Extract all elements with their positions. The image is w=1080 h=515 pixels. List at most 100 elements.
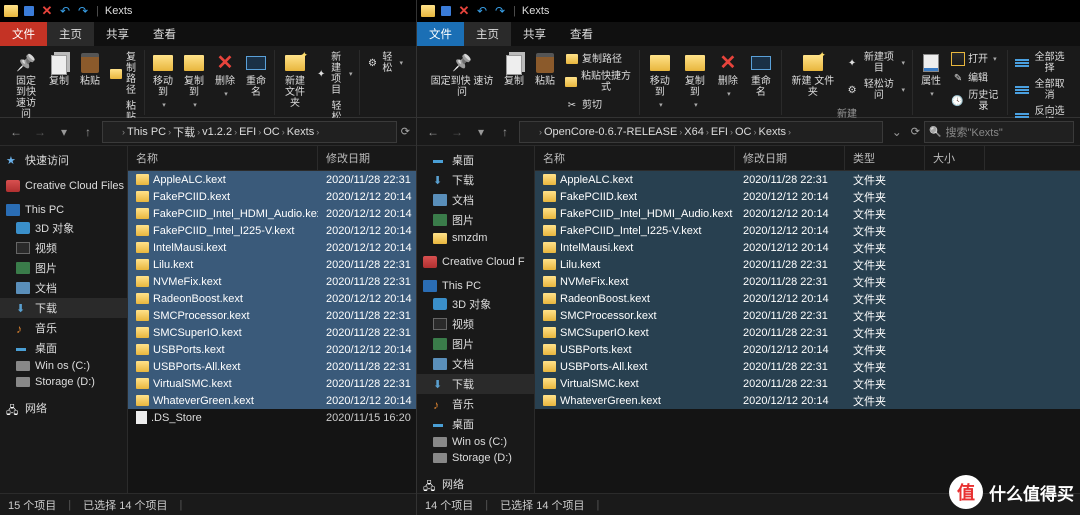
open-button[interactable]: 打开 [948,50,1003,68]
nav-item[interactable]: 桌面 [0,338,127,358]
file-row[interactable]: NVMeFix.kext 2020/11/28 22:31 [128,273,416,290]
column-name[interactable]: 名称 [128,146,318,170]
crumb[interactable]: OpenCore-0.6.7-RELEASE [544,126,677,138]
breadcrumb-dropdown[interactable]: ⌄ [887,122,907,142]
nav-item[interactable]: 桌面 [417,150,534,170]
nav-item[interactable]: 图片 [0,258,127,278]
column-headers[interactable]: 名称 修改日期 [128,146,416,171]
nav-item[interactable]: Creative Cloud F [417,254,534,270]
redo-icon[interactable]: ↷ [493,4,507,18]
nav-item[interactable]: 下载 [417,374,534,394]
file-row[interactable]: RadeonBoost.kext 2020/12/12 20:14文件夹 [535,290,1080,307]
new-folder-button[interactable]: 新建 文件夹 [786,50,840,100]
new-item-button[interactable]: ✦新建项目 [314,50,356,98]
nav-item[interactable]: Creative Cloud Files [0,178,127,194]
select-none-button[interactable]: 全部取消 [1012,77,1070,103]
file-list[interactable]: 名称 修改日期 AppleALC.kext 2020/11/28 22:31Fa… [128,146,416,493]
crumb[interactable]: EFI [711,126,728,138]
refresh-button[interactable]: ⟳ [911,125,920,138]
tab-home[interactable]: 主页 [47,22,94,46]
file-row[interactable]: SMCSuperIO.kext 2020/11/28 22:31 [128,324,416,341]
crumb[interactable]: EFI [239,126,256,138]
new-folder-button[interactable]: 新建 文件夹 [279,50,311,111]
copy-button[interactable]: 复制 [500,50,528,89]
copy-button[interactable]: 复制 [45,50,73,89]
rename-button[interactable]: 重命名 [745,50,777,100]
nav-item[interactable]: 3D 对象 [417,294,534,314]
navigation-pane[interactable]: 桌面下载文档图片smzdmCreative Cloud FThis PC3D 对… [417,146,535,493]
file-row[interactable]: USBPorts-All.kext 2020/11/28 22:31文件夹 [535,358,1080,375]
nav-back-button[interactable]: ← [6,122,26,142]
nav-item[interactable]: 快速访问 [0,150,127,170]
file-row[interactable]: FakePCIID_Intel_I225-V.kext 2020/12/12 2… [128,222,416,239]
file-row[interactable]: RadeonBoost.kext 2020/12/12 20:14 [128,290,416,307]
column-date[interactable]: 修改日期 [735,146,845,170]
column-headers[interactable]: 名称 修改日期 类型 大小 [535,146,1080,171]
nav-item[interactable]: 文档 [0,278,127,298]
file-row[interactable]: USBPorts.kext 2020/12/12 20:14文件夹 [535,341,1080,358]
refresh-button[interactable]: ⟳ [401,125,410,138]
nav-item[interactable]: 图片 [417,334,534,354]
crumb[interactable]: OC [263,126,280,138]
column-date[interactable]: 修改日期 [318,146,416,170]
pin-button[interactable]: 固定到快 速访问 [10,50,42,122]
file-row[interactable]: Lilu.kext 2020/11/28 22:31 [128,256,416,273]
copy-path-button[interactable]: 复制路径 [562,50,635,68]
easy-access-button[interactable]: ⚙轻松访问 [843,77,908,103]
breadcrumb[interactable]: › OpenCore-0.6.7-RELEASE›X64›EFI›OC›Kext… [519,121,883,143]
file-row[interactable]: SMCProcessor.kext 2020/11/28 22:31文件夹 [535,307,1080,324]
file-row[interactable]: NVMeFix.kext 2020/11/28 22:31文件夹 [535,273,1080,290]
nav-recent-button[interactable]: ▾ [54,122,74,142]
paste-shortcut-button[interactable]: 粘贴快捷方式 [562,69,635,95]
copy-to-button[interactable]: 复制到 [679,50,711,113]
crumb[interactable]: Kexts [287,126,315,138]
nav-item[interactable]: Storage (D:) [0,374,127,390]
file-row[interactable]: AppleALC.kext 2020/11/28 22:31文件夹 [535,171,1080,188]
nav-up-button[interactable]: ↑ [78,122,98,142]
column-type[interactable]: 类型 [845,146,925,170]
file-row[interactable]: VirtualSMC.kext 2020/11/28 22:31 [128,375,416,392]
navigation-pane[interactable]: 快速访问Creative Cloud FilesThis PC3D 对象视频图片… [0,146,128,493]
file-row[interactable]: AppleALC.kext 2020/11/28 22:31 [128,171,416,188]
column-name[interactable]: 名称 [535,146,735,170]
file-row[interactable]: Lilu.kext 2020/11/28 22:31文件夹 [535,256,1080,273]
history-button[interactable]: 🕓历史记录 [948,88,1003,114]
file-row[interactable]: SMCProcessor.kext 2020/11/28 22:31 [128,307,416,324]
nav-item[interactable]: 图片 [417,210,534,230]
crumb[interactable]: X64 [684,126,704,138]
nav-item[interactable]: 网络 [0,398,127,418]
search-input[interactable]: 搜索"Kexts" [924,121,1074,143]
tab-file[interactable]: 文件 [0,22,47,46]
nav-item[interactable]: Win os (C:) [0,358,127,374]
file-row[interactable]: FakePCIID_Intel_I225-V.kext 2020/12/12 2… [535,222,1080,239]
move-to-button[interactable]: 移动到 [644,50,676,113]
file-row[interactable]: FakePCIID.kext 2020/12/12 20:14 [128,188,416,205]
nav-up-button[interactable]: ↑ [495,122,515,142]
edit-button[interactable]: ✎编辑 [948,69,1003,87]
file-row[interactable]: FakePCIID_Intel_HDMI_Audio.kext 2020/12/… [535,205,1080,222]
breadcrumb[interactable]: › This PC›下载›v1.2.2›EFI›OC›Kexts› [102,121,397,143]
delete-button[interactable]: ✕删除 [714,50,742,102]
copy-to-button[interactable]: 复制到 [180,50,208,113]
nav-item[interactable]: Win os (C:) [417,434,534,450]
nav-back-button[interactable]: ← [423,122,443,142]
nav-item[interactable]: 网络 [417,474,534,493]
easy-access-button[interactable]: ⚙轻松 [364,50,406,76]
file-row[interactable]: IntelMausi.kext 2020/12/12 20:14文件夹 [535,239,1080,256]
title-bar[interactable]: ✕ ↶ ↷ | Kexts [0,0,416,22]
rename-button[interactable]: 重命名 [242,50,270,100]
file-list[interactable]: 名称 修改日期 类型 大小 AppleALC.kext 2020/11/28 2… [535,146,1080,493]
qat-save-icon[interactable] [439,4,453,18]
undo-icon[interactable]: ↶ [475,4,489,18]
title-bar[interactable]: ✕ ↶ ↷ | Kexts [417,0,1080,22]
paste-button[interactable]: 粘贴 [76,50,104,89]
nav-item[interactable]: 音乐 [417,394,534,414]
qat-delete-icon[interactable]: ✕ [40,4,54,18]
nav-forward-button[interactable]: → [30,122,50,142]
pin-button[interactable]: 固定到快 速访问 [427,50,497,100]
select-all-button[interactable]: 全部选择 [1012,50,1070,76]
tab-file[interactable]: 文件 [417,22,464,46]
tab-home[interactable]: 主页 [464,22,511,46]
nav-item[interactable]: smzdm [417,230,534,246]
qat-save-icon[interactable] [22,4,36,18]
